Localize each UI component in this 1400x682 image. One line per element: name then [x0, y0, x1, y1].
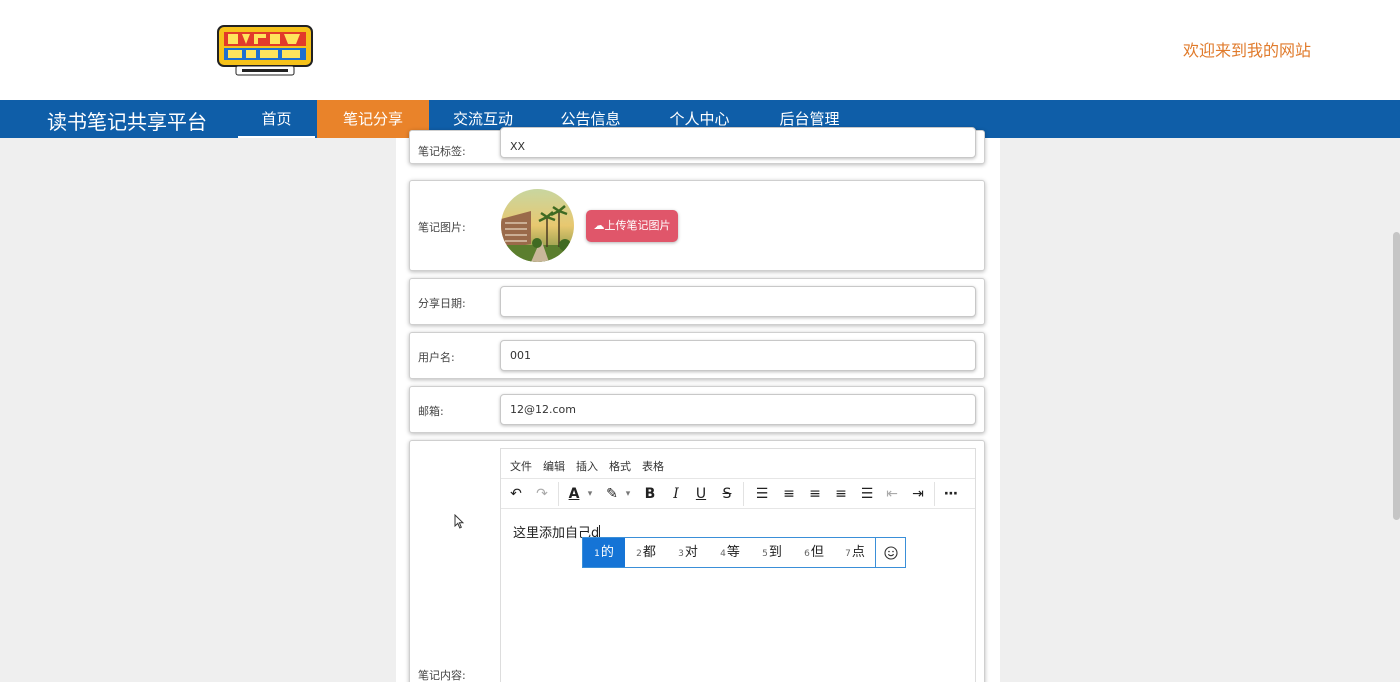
upload-image-button[interactable]: ☁上传笔记图片	[586, 210, 678, 242]
menu-insert[interactable]: 插入	[576, 458, 598, 474]
line-height-icon[interactable]: ☰	[752, 484, 772, 504]
editor-toolbar: ↶ ↷ A ▾ ✎ ▾ B I U S ☰ ≡ ≡ ≡ ☰ ⇤ ⇥ ⋯	[501, 479, 975, 509]
email-input[interactable]: 12@12.com	[500, 394, 976, 425]
digimon-logo[interactable]	[214, 24, 316, 76]
image-label: 笔记图片:	[418, 221, 466, 234]
ime-candidate[interactable]: 6但	[793, 538, 835, 567]
menu-edit[interactable]: 编辑	[543, 458, 565, 474]
page-scrollbar[interactable]	[1393, 232, 1400, 520]
highlight-icon[interactable]: ✎	[602, 484, 622, 504]
form-row-date: 分享日期:	[409, 278, 985, 325]
ime-candidate[interactable]: 1的	[583, 538, 625, 567]
toolbar-separator	[558, 482, 559, 506]
ime-candidate[interactable]: 7点	[835, 538, 875, 567]
ime-candidate[interactable]: 5到	[751, 538, 793, 567]
align-right-icon[interactable]: ≡	[831, 484, 851, 504]
outdent-icon[interactable]: ⇤	[882, 484, 902, 504]
redo-icon[interactable]: ↷	[532, 484, 552, 504]
note-image-thumbnail	[501, 189, 574, 262]
chevron-down-icon[interactable]: ▾	[622, 484, 634, 504]
toolbar-separator	[743, 482, 744, 506]
toolbar-separator	[934, 482, 935, 506]
undo-icon[interactable]: ↶	[506, 484, 526, 504]
content-label: 笔记内容:	[418, 669, 466, 682]
username-label: 用户名:	[418, 351, 455, 364]
welcome-text: 欢迎来到我的网站	[1182, 41, 1311, 60]
italic-icon[interactable]: I	[666, 484, 686, 504]
cloud-upload-icon: ☁	[593, 219, 605, 232]
site-header: 欢迎来到我的网站	[0, 0, 1400, 100]
more-icon[interactable]: ⋯	[941, 484, 961, 504]
align-left-icon[interactable]: ≡	[779, 484, 799, 504]
underline-icon[interactable]: U	[691, 484, 711, 504]
ime-candidate[interactable]: 4等	[709, 538, 751, 567]
menu-table[interactable]: 表格	[642, 458, 664, 474]
chevron-down-icon[interactable]: ▾	[584, 484, 596, 504]
justify-icon[interactable]: ☰	[857, 484, 877, 504]
ime-candidate[interactable]: 2都	[625, 538, 667, 567]
font-color-icon[interactable]: A	[564, 484, 584, 504]
form-row-tag: 笔记标签: XX	[409, 127, 985, 164]
form-row-username: 用户名: 001	[409, 332, 985, 379]
form-row-email: 邮箱: 12@12.com	[409, 386, 985, 433]
form-panel: 笔记标签: XX 笔记图片: ☁上传笔记图片 分享日期: 用户名: 001 邮箱…	[396, 127, 1000, 682]
form-row-image: 笔记图片: ☁上传笔记图片	[409, 180, 985, 271]
menu-format[interactable]: 格式	[609, 458, 631, 474]
ime-candidate[interactable]: 3对	[667, 538, 709, 567]
ime-candidate-popup: 1的 2都 3对 4等 5到 6但 7点	[582, 537, 906, 568]
mouse-pointer-icon	[454, 513, 465, 533]
editor-menubar: 文件 编辑 插入 格式 表格	[501, 449, 975, 479]
indent-icon[interactable]: ⇥	[908, 484, 928, 504]
username-input[interactable]: 001	[500, 340, 976, 371]
date-label: 分享日期:	[418, 297, 466, 310]
align-center-icon[interactable]: ≡	[805, 484, 825, 504]
strikethrough-icon[interactable]: S	[717, 484, 737, 504]
tag-input[interactable]: XX	[500, 127, 976, 158]
menu-file[interactable]: 文件	[510, 458, 532, 474]
bold-icon[interactable]: B	[640, 484, 660, 504]
date-input[interactable]	[500, 286, 976, 317]
email-label: 邮箱:	[418, 405, 444, 418]
nav-item-home[interactable]: 首页	[238, 100, 315, 138]
site-brand[interactable]: 读书笔记共享平台	[47, 106, 207, 135]
smiley-icon[interactable]	[875, 538, 905, 567]
tag-label: 笔记标签:	[418, 145, 466, 158]
